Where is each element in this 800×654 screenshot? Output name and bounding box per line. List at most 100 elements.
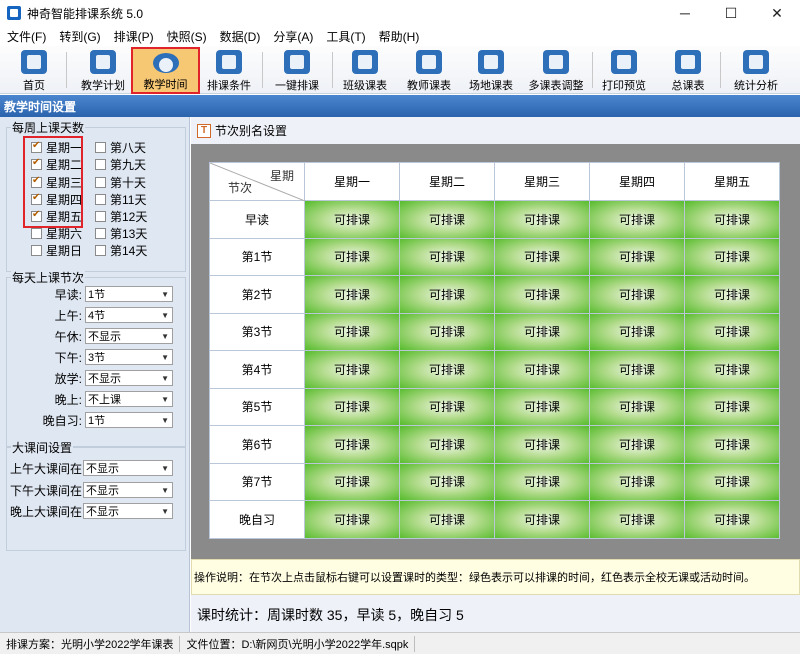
day-checkbox-11[interactable]: 第11天 <box>95 191 146 208</box>
day-checkbox-12[interactable]: 第12天 <box>95 208 147 225</box>
schedule-cell[interactable]: 可排课 <box>494 200 590 239</box>
period-header[interactable]: 第2节 <box>209 275 305 314</box>
schedule-cell[interactable]: 可排课 <box>304 462 400 501</box>
period-header[interactable]: 第3节 <box>209 312 305 351</box>
schedule-cell[interactable]: 可排课 <box>684 237 780 276</box>
schedule-cell[interactable]: 可排课 <box>589 237 685 276</box>
toolbar-teacher-schedule-button[interactable]: 教师课表 <box>405 46 453 94</box>
period-header[interactable]: 早读 <box>209 200 305 239</box>
schedule-cell[interactable]: 可排课 <box>304 275 400 314</box>
menu-data[interactable]: 数据(D) <box>213 28 267 45</box>
period-header[interactable]: 第7节 <box>209 462 305 501</box>
checkbox[interactable] <box>95 177 106 188</box>
schedule-cell[interactable]: 可排课 <box>399 275 495 314</box>
schedule-cell[interactable]: 可排课 <box>589 425 685 464</box>
menu-schedule[interactable]: 排课(P) <box>107 28 160 45</box>
toolbar-venue-schedule-button[interactable]: 场地课表 <box>467 46 515 94</box>
text-alias-icon[interactable]: T <box>197 123 211 138</box>
toolbar-class-schedule-button[interactable]: 班级课表 <box>341 46 389 94</box>
day-header-tue[interactable]: 星期二 <box>399 162 495 201</box>
toolbar-statistics-button[interactable]: 统计分析 <box>732 46 780 94</box>
day-checkbox-sun[interactable]: 星期日 <box>31 242 82 259</box>
schedule-cell[interactable]: 可排课 <box>494 387 590 426</box>
day-checkbox-9[interactable]: 第九天 <box>95 156 146 173</box>
schedule-cell[interactable]: 可排课 <box>589 312 685 351</box>
schedule-cell[interactable]: 可排课 <box>589 275 685 314</box>
checkbox[interactable] <box>95 194 106 205</box>
checkbox[interactable] <box>95 245 106 256</box>
evening-break-select[interactable]: 不显示 ▼ <box>83 503 173 519</box>
checkbox[interactable] <box>31 228 42 239</box>
day-header-fri[interactable]: 星期五 <box>684 162 780 201</box>
period-header[interactable]: 晚自习 <box>209 500 305 539</box>
menu-file[interactable]: 文件(F) <box>0 28 52 45</box>
schedule-cell[interactable]: 可排课 <box>494 237 590 276</box>
minimize-button[interactable]: ─ <box>662 0 708 26</box>
period-header[interactable]: 第4节 <box>209 350 305 389</box>
toolbar-conditions-button[interactable]: 排课条件 <box>205 46 253 94</box>
schedule-cell[interactable]: 可排课 <box>684 462 780 501</box>
toolbar-teaching-plan-button[interactable]: 教学计划 <box>78 46 128 94</box>
schedule-cell[interactable]: 可排课 <box>494 350 590 389</box>
schedule-cell[interactable]: 可排课 <box>399 200 495 239</box>
toolbar-master-schedule-button[interactable]: 总课表 <box>668 46 708 94</box>
alias-settings-button[interactable]: 节次别名设置 <box>215 122 287 139</box>
schedule-cell[interactable]: 可排课 <box>304 425 400 464</box>
menu-help[interactable]: 帮助(H) <box>372 28 426 45</box>
day-header-wed[interactable]: 星期三 <box>494 162 590 201</box>
schedule-cell[interactable]: 可排课 <box>494 500 590 539</box>
close-button[interactable]: ✕ <box>754 0 800 26</box>
self-study-select[interactable]: 1节 ▼ <box>85 412 173 428</box>
period-header[interactable]: 第5节 <box>209 387 305 426</box>
menu-share[interactable]: 分享(A) <box>266 28 319 45</box>
morning-read-select[interactable]: 1节 ▼ <box>85 286 173 302</box>
menu-tools[interactable]: 工具(T) <box>319 28 371 45</box>
schedule-cell[interactable]: 可排课 <box>399 387 495 426</box>
checkbox[interactable] <box>95 228 106 239</box>
schedule-cell[interactable]: 可排课 <box>684 312 780 351</box>
schedule-cell[interactable]: 可排课 <box>684 387 780 426</box>
schedule-cell[interactable]: 可排课 <box>589 462 685 501</box>
morning-select[interactable]: 4节 ▼ <box>85 307 173 323</box>
day-checkbox-14[interactable]: 第14天 <box>95 242 147 259</box>
schedule-cell[interactable]: 可排课 <box>304 350 400 389</box>
checkbox[interactable] <box>95 142 106 153</box>
schedule-cell[interactable]: 可排课 <box>494 462 590 501</box>
noon-select[interactable]: 不显示 ▼ <box>85 328 173 344</box>
menu-goto[interactable]: 转到(G) <box>52 28 106 45</box>
toolbar-print-preview-button[interactable]: 打印预览 <box>600 46 648 94</box>
day-header-thu[interactable]: 星期四 <box>589 162 685 201</box>
schedule-cell[interactable]: 可排课 <box>304 200 400 239</box>
schedule-cell[interactable]: 可排课 <box>399 312 495 351</box>
schedule-cell[interactable]: 可排课 <box>399 462 495 501</box>
schedule-cell[interactable]: 可排课 <box>304 312 400 351</box>
schedule-cell[interactable]: 可排课 <box>494 425 590 464</box>
schedule-cell[interactable]: 可排课 <box>589 387 685 426</box>
afternoon-break-select[interactable]: 不显示 ▼ <box>83 482 173 498</box>
menu-snapshot[interactable]: 快照(S) <box>160 28 213 45</box>
schedule-cell[interactable]: 可排课 <box>589 500 685 539</box>
schedule-cell[interactable]: 可排课 <box>494 312 590 351</box>
toolbar-home-button[interactable]: 首页 <box>14 46 54 94</box>
schedule-cell[interactable]: 可排课 <box>589 200 685 239</box>
checkbox[interactable] <box>31 245 42 256</box>
schedule-cell[interactable]: 可排课 <box>304 237 400 276</box>
checkbox[interactable] <box>95 159 106 170</box>
schedule-cell[interactable]: 可排课 <box>684 425 780 464</box>
checkbox[interactable] <box>95 211 106 222</box>
schedule-cell[interactable]: 可排课 <box>684 275 780 314</box>
schedule-cell[interactable]: 可排课 <box>494 275 590 314</box>
schedule-cell[interactable]: 可排课 <box>304 500 400 539</box>
day-checkbox-13[interactable]: 第13天 <box>95 225 147 242</box>
period-header[interactable]: 第6节 <box>209 425 305 464</box>
day-checkbox-10[interactable]: 第十天 <box>95 174 146 191</box>
schedule-cell[interactable]: 可排课 <box>684 350 780 389</box>
schedule-cell[interactable]: 可排课 <box>399 350 495 389</box>
schedule-cell[interactable]: 可排课 <box>589 350 685 389</box>
dismiss-select[interactable]: 不显示 ▼ <box>85 370 173 386</box>
schedule-cell[interactable]: 可排课 <box>399 237 495 276</box>
toolbar-teaching-time-button[interactable]: 教学时间 <box>131 47 200 94</box>
evening-select[interactable]: 不上课 ▼ <box>85 391 173 407</box>
toolbar-multi-adjust-button[interactable]: 多课表调整 <box>528 46 584 94</box>
schedule-cell[interactable]: 可排课 <box>684 200 780 239</box>
